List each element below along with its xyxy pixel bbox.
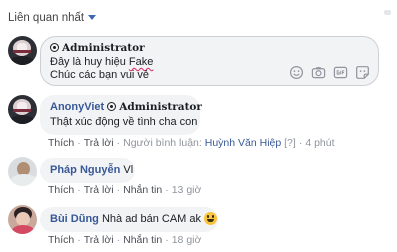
avatar[interactable]	[8, 36, 37, 65]
like-button[interactable]: Thích	[48, 184, 74, 196]
help-link[interactable]: [?]	[284, 137, 296, 149]
comment-author[interactable]: Bùi Dũng	[50, 213, 99, 225]
comment-input[interactable]: Administrator Đây là huy hiệu Fake Chúc …	[40, 36, 379, 86]
reply-button[interactable]: Trả lời	[84, 234, 114, 246]
avatar[interactable]	[8, 205, 37, 234]
comment-bubble: Pháp Nguyễn Vl	[40, 158, 135, 183]
admin-badge[interactable]: Administrator	[107, 101, 202, 113]
comment-text: Thật xúc động về tình cha con	[50, 116, 198, 128]
commenter-label: Người bình luận:	[123, 137, 202, 149]
comment-actions: Thích · Trả lời · Người bình luận: Huỳnh Văn…	[48, 137, 335, 149]
admin-badge-icon	[107, 102, 117, 111]
message-button[interactable]: Nhắn tin	[123, 184, 162, 196]
like-button[interactable]: Thích	[48, 234, 74, 246]
message-button[interactable]: Nhắn tin	[123, 234, 162, 246]
scrollbar[interactable]	[384, 10, 391, 15]
sort-label: Liên quan nhất	[8, 12, 85, 24]
comment-actions: Thích · Trả lời · Nhắn tin · 18 giờ	[48, 234, 202, 246]
timestamp[interactable]: 4 phút	[305, 137, 334, 149]
emoji-icon[interactable]	[289, 65, 304, 80]
composer-author: Administrator	[50, 42, 145, 54]
avatar[interactable]	[8, 157, 37, 186]
comment-author[interactable]: AnonyViet	[50, 101, 104, 113]
comment-bubble: Bùi Dũng Nhà ad bán CAM ak	[40, 207, 218, 232]
sticker-icon[interactable]	[355, 65, 370, 80]
comment-bubble: AnonyViet Administrator Thật xúc động về…	[40, 95, 202, 135]
like-button[interactable]: Thích	[48, 137, 74, 149]
caret-down-icon	[88, 15, 97, 21]
grin-emoji-icon	[204, 212, 218, 225]
composer-line-2: Chúc các bạn vui vẻ	[50, 69, 150, 81]
camera-icon[interactable]	[311, 65, 326, 80]
reply-button[interactable]: Trả lời	[84, 184, 114, 196]
timestamp[interactable]: 18 giờ	[172, 234, 202, 246]
reply-button[interactable]: Trả lời	[84, 137, 114, 149]
comment-text: Vl	[123, 164, 134, 176]
comment-author[interactable]: Pháp Nguyễn	[50, 164, 120, 176]
commenter-link[interactable]: Huỳnh Văn Hiệp	[205, 137, 281, 149]
gif-icon[interactable]	[333, 65, 348, 80]
comment-actions: Thích · Trả lời · Nhắn tin · 13 giờ	[48, 184, 202, 196]
admin-badge-icon	[50, 43, 59, 52]
comment-text: Nhà ad bán CAM ak	[101, 213, 202, 225]
misspelled-word: Fake	[128, 56, 154, 68]
timestamp[interactable]: 13 giờ	[172, 184, 202, 196]
sort-dropdown[interactable]: Liên quan nhất	[8, 12, 97, 24]
composer-line-1: Đây là huy hiệu Fake	[50, 56, 154, 68]
avatar[interactable]	[8, 95, 37, 124]
